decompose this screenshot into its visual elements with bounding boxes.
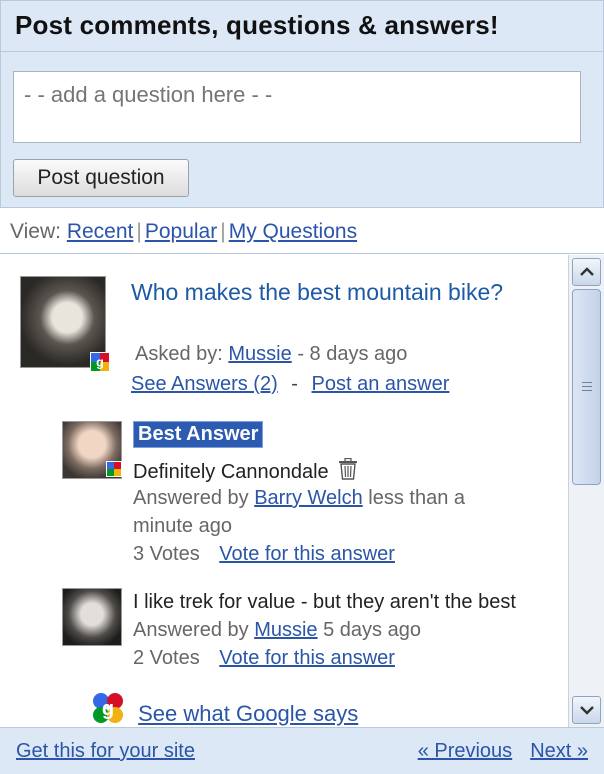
composer-panel: Post comments, questions & answers! Post…: [0, 0, 604, 208]
vote-row: 2 Votes Vote for this answer: [133, 647, 395, 670]
pagination: « Previous Next »: [418, 740, 588, 763]
answer-author-link[interactable]: Barry Welch: [254, 487, 363, 509]
view-my-questions-link[interactable]: My Questions: [229, 220, 357, 243]
scroll-grip-icon: [582, 390, 592, 391]
answer-age: minute ago: [133, 515, 232, 537]
view-label: View:: [10, 220, 61, 243]
vote-link[interactable]: Vote for this answer: [219, 647, 395, 669]
scroll-grip-icon: [582, 382, 592, 383]
question-input[interactable]: [13, 71, 581, 143]
vote-count: 2 Votes: [133, 647, 200, 669]
question-title[interactable]: Who makes the best mountain bike?: [131, 277, 511, 307]
google-badge-icon: g: [90, 352, 110, 372]
answer-text: I like trek for value - but they aren't …: [133, 591, 516, 613]
best-answer-badge: Best Answer: [133, 421, 264, 448]
next-link[interactable]: Next »: [530, 740, 588, 762]
svg-text:g: g: [96, 356, 104, 370]
scroll-down-button[interactable]: [572, 696, 601, 724]
scroll-grip-icon: [582, 386, 592, 387]
answer-author-link[interactable]: Mussie: [254, 619, 317, 641]
google-says-link[interactable]: See what Google says: [138, 701, 358, 726]
view-bar: View: Recent | Popular | My Questions: [0, 208, 604, 254]
previous-link[interactable]: « Previous: [418, 740, 513, 762]
divider: [1, 51, 604, 52]
question-meta: Asked by: Mussie - 8 days ago: [135, 343, 407, 366]
answer-meta: Answered by Mussie 5 days ago: [133, 619, 421, 641]
google-badge-icon: [106, 461, 122, 477]
trash-icon[interactable]: [338, 458, 358, 480]
view-recent-link[interactable]: Recent: [67, 220, 134, 243]
footer: Get this for your site « Previous Next »: [0, 727, 604, 774]
see-answers-link[interactable]: See Answers (2): [131, 373, 278, 395]
scroll-thumb[interactable]: [572, 289, 601, 485]
question-links: See Answers (2) - Post an answer: [131, 373, 449, 396]
view-separator: |: [136, 220, 142, 243]
vote-count: 3 Votes: [133, 543, 200, 565]
answer-text: Definitely Cannondale: [133, 458, 358, 484]
asked-by-label: Asked by:: [135, 343, 223, 365]
questions-list: g Who makes the best mountain bike? Aske…: [0, 255, 568, 727]
google-says-row: g See what Google says: [92, 691, 358, 727]
google-logo-icon: g: [93, 693, 123, 723]
scroll-up-arrow-icon: [579, 267, 594, 276]
get-for-site-link[interactable]: Get this for your site: [16, 740, 195, 762]
links-separator: -: [291, 373, 298, 395]
vote-link[interactable]: Vote for this answer: [219, 543, 395, 565]
answer-meta: Answered by Barry Welch less than a: [133, 487, 466, 509]
svg-text:g: g: [102, 698, 114, 720]
post-answer-link[interactable]: Post an answer: [312, 373, 450, 395]
question-author-link[interactable]: Mussie: [228, 343, 291, 365]
vote-row: 3 Votes Vote for this answer: [133, 543, 395, 566]
scroll-down-arrow-icon: [579, 706, 594, 715]
scrollbar[interactable]: [568, 255, 604, 727]
view-separator: |: [220, 220, 226, 243]
view-popular-link[interactable]: Popular: [145, 220, 217, 243]
answerer-avatar: [62, 588, 122, 646]
post-question-button[interactable]: Post question: [13, 159, 189, 197]
scroll-up-button[interactable]: [572, 258, 601, 286]
question-age: - 8 days ago: [297, 343, 408, 365]
panel-title: Post comments, questions & answers!: [15, 10, 499, 40]
